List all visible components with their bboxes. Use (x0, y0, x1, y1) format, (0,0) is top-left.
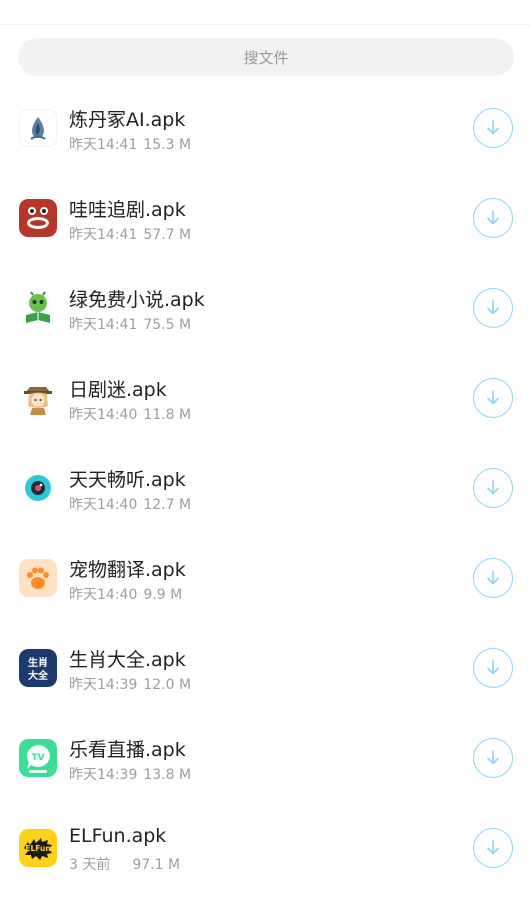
alchemy-app-icon (19, 109, 57, 147)
top-divider (0, 24, 530, 25)
file-name: 哇哇追剧.apk (69, 199, 186, 221)
file-meta: 昨天14:41 15.3 M (69, 134, 191, 154)
file-name: 生肖大全.apk (69, 649, 186, 671)
file-list: 炼丹冢AI.apk 昨天14:41 15.3 M 哇哇追剧.apk 昨天14:41… (0, 83, 530, 893)
wawa-drama-app-icon (19, 199, 57, 237)
list-item[interactable]: 哇哇追剧.apk 昨天14:41 57.7 M (0, 173, 530, 263)
file-time: 3 天前 (69, 857, 111, 873)
list-item[interactable]: 宠物翻译.apk 昨天14:40 9.9 M (0, 533, 530, 623)
file-name: ELFun.apk (69, 825, 167, 847)
file-name: 天天畅听.apk (69, 469, 186, 491)
file-time: 昨天14:40 (69, 587, 138, 603)
file-meta: 昨天14:40 12.7 M (69, 494, 191, 514)
file-meta: 昨天14:39 12.0 M (69, 674, 191, 694)
file-meta: 3 天前 97.1 M (69, 854, 180, 874)
download-arrow-icon (487, 570, 499, 585)
icon-label: TV (31, 753, 44, 763)
search-input[interactable]: 搜文件 (18, 38, 514, 76)
file-name: 绿免费小说.apk (69, 289, 205, 311)
list-item[interactable]: 天天畅听.apk 昨天14:40 12.7 M (0, 443, 530, 533)
search-placeholder: 搜文件 (243, 48, 289, 67)
download-arrow-icon (487, 480, 499, 495)
file-meta: 昨天14:40 9.9 M (69, 584, 182, 604)
download-arrow-icon (487, 660, 499, 675)
file-name: 日剧迷.apk (69, 379, 167, 401)
icon-label: ELFun (25, 844, 50, 853)
download-button[interactable] (473, 378, 513, 418)
download-button[interactable] (473, 738, 513, 778)
download-button[interactable] (473, 198, 513, 238)
file-time: 昨天14:39 (69, 677, 138, 693)
lekan-live-app-icon: TV (19, 739, 57, 777)
list-item[interactable]: 炼丹冢AI.apk 昨天14:41 15.3 M (0, 83, 530, 173)
file-size: 57.7 M (143, 227, 192, 243)
daily-listen-app-icon (19, 469, 57, 507)
file-time: 昨天14:41 (69, 317, 138, 333)
file-size: 15.3 M (143, 137, 192, 153)
file-meta: 昨天14:39 13.8 M (69, 764, 191, 784)
file-time: 昨天14:39 (69, 767, 138, 783)
file-size: 13.8 M (143, 767, 192, 783)
file-size: 12.7 M (143, 497, 192, 513)
download-arrow-icon (487, 210, 499, 225)
file-time: 昨天14:41 (69, 137, 138, 153)
file-size: 97.1 M (132, 857, 181, 873)
zodiac-app-icon: 生肖 大全 (19, 649, 57, 687)
file-size: 12.0 M (143, 677, 192, 693)
icon-label: 生肖 (28, 656, 48, 669)
file-size: 9.9 M (143, 587, 183, 603)
download-arrow-icon (487, 120, 499, 135)
file-name: 炼丹冢AI.apk (69, 109, 186, 131)
icon-label: 大全 (28, 669, 49, 682)
download-arrow-icon (487, 750, 499, 765)
file-time: 昨天14:40 (69, 407, 138, 423)
file-meta: 昨天14:41 57.7 M (69, 224, 191, 244)
download-button[interactable] (473, 468, 513, 508)
list-item[interactable]: 日剧迷.apk 昨天14:40 11.8 M (0, 353, 530, 443)
elfun-app-icon: ELFun (19, 829, 57, 867)
file-time: 昨天14:41 (69, 227, 138, 243)
download-button[interactable] (473, 558, 513, 598)
download-arrow-icon (487, 840, 499, 855)
file-time: 昨天14:40 (69, 497, 138, 513)
download-arrow-icon (487, 300, 499, 315)
pet-translate-app-icon (19, 559, 57, 597)
download-button[interactable] (473, 648, 513, 688)
download-button[interactable] (473, 828, 513, 868)
download-button[interactable] (473, 288, 513, 328)
list-item[interactable]: 生肖 大全 生肖大全.apk 昨天14:39 12.0 M (0, 623, 530, 713)
file-meta: 昨天14:40 11.8 M (69, 404, 191, 424)
file-size: 11.8 M (143, 407, 192, 423)
file-name: 乐看直播.apk (69, 739, 186, 761)
list-item[interactable]: 绿免费小说.apk 昨天14:41 75.5 M (0, 263, 530, 353)
list-item[interactable]: ELFun ELFun.apk 3 天前 97.1 M (0, 803, 530, 893)
file-size: 75.5 M (143, 317, 192, 333)
green-novel-app-icon (19, 289, 57, 327)
file-name: 宠物翻译.apk (69, 559, 186, 581)
file-meta: 昨天14:41 75.5 M (69, 314, 191, 334)
download-arrow-icon (487, 390, 499, 405)
jdrama-fan-app-icon (19, 379, 57, 417)
list-item[interactable]: TV 乐看直播.apk 昨天14:39 13.8 M (0, 713, 530, 803)
download-button[interactable] (473, 108, 513, 148)
